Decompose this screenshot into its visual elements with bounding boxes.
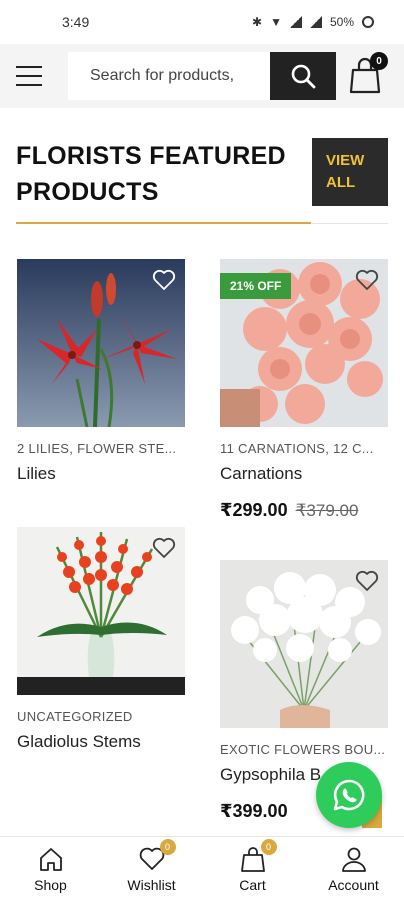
- home-icon: [39, 847, 62, 871]
- search-icon: [291, 64, 316, 89]
- wishlist-heart-icon[interactable]: [151, 267, 177, 293]
- product-category[interactable]: EXOTIC FLOWERS BOU...: [220, 742, 388, 757]
- product-name[interactable]: Gladiolus Stems: [17, 732, 185, 752]
- search-bar: [68, 52, 336, 100]
- product-image[interactable]: [17, 259, 185, 427]
- featured-section-header: FLORISTS FEATURED PRODUCTS VIEW ALL: [0, 138, 404, 238]
- wishlist-heart-icon[interactable]: [354, 267, 380, 293]
- header-cart-button[interactable]: 0: [348, 52, 388, 96]
- nav-cart[interactable]: 0 Cart: [202, 837, 303, 900]
- nav-wishlist[interactable]: 0 Wishlist: [101, 837, 202, 900]
- cart-count-badge: 0: [370, 52, 388, 70]
- title-underline: [16, 222, 311, 224]
- product-image[interactable]: [220, 560, 388, 728]
- search-input[interactable]: [68, 52, 270, 100]
- wishlist-count-badge: 0: [159, 838, 176, 855]
- product-card-gladiolus[interactable]: UNCATEGORIZED Gladiolus Stems: [17, 527, 185, 752]
- nav-account[interactable]: Account: [303, 837, 404, 900]
- view-all-button[interactable]: VIEW ALL: [312, 138, 388, 206]
- bluetooth-icon: ✱: [252, 15, 263, 29]
- search-button[interactable]: [270, 52, 336, 100]
- battery-icon: [362, 16, 374, 28]
- title-divider: [311, 223, 388, 224]
- product-image[interactable]: 21% OFF: [220, 259, 388, 427]
- menu-icon[interactable]: [16, 66, 42, 86]
- wishlist-heart-icon[interactable]: [151, 535, 177, 561]
- app-header: 0: [0, 44, 404, 108]
- product-price: ₹299.00: [220, 500, 288, 520]
- battery-text: 50%: [329, 15, 354, 29]
- product-category[interactable]: UNCATEGORIZED: [17, 709, 185, 724]
- whatsapp-chat-button[interactable]: [316, 762, 382, 828]
- wishlist-icon-wrap: 0: [138, 838, 176, 873]
- cart-icon-wrap: 0: [239, 838, 277, 873]
- product-card-carnations[interactable]: 21% OFF 11 CARNATIONS, 12 C... Carnation…: [220, 259, 388, 521]
- discount-badge: 21% OFF: [220, 273, 292, 299]
- section-title: FLORISTS FEATURED PRODUCTS: [16, 142, 286, 206]
- product-price: ₹399.00: [220, 801, 288, 821]
- price-row: ₹299.00 ₹379.00: [220, 500, 388, 521]
- status-time: 3:49: [62, 14, 90, 30]
- product-image[interactable]: [17, 527, 185, 695]
- product-category[interactable]: 11 CARNATIONS, 12 C...: [220, 441, 388, 456]
- wishlist-heart-icon[interactable]: [354, 568, 380, 594]
- product-category[interactable]: 2 LILIES, FLOWER STE...: [17, 441, 185, 456]
- nav-label: Wishlist: [127, 876, 176, 893]
- signal-icon: [289, 16, 302, 28]
- cart-count-badge: 0: [260, 838, 277, 855]
- nav-label: Account: [328, 876, 379, 893]
- whatsapp-icon: [333, 779, 365, 811]
- signal-icon-2: [309, 16, 322, 28]
- bottom-navigation: Shop 0 Wishlist 0 Cart Account: [0, 836, 404, 900]
- status-bar: 3:49 ✱ ▼ 50%: [0, 0, 404, 44]
- product-name[interactable]: Lilies: [17, 464, 185, 484]
- nav-label: Cart: [239, 876, 266, 893]
- product-old-price: ₹379.00: [295, 501, 359, 520]
- product-name[interactable]: Carnations: [220, 464, 388, 484]
- wifi-icon: ▼: [270, 15, 282, 29]
- product-card-lilies[interactable]: 2 LILIES, FLOWER STE... Lilies: [17, 259, 185, 484]
- nav-label: Shop: [34, 876, 67, 893]
- status-icons: ✱ ▼ 50%: [252, 15, 374, 29]
- user-icon: [341, 847, 366, 872]
- nav-shop[interactable]: Shop: [0, 837, 101, 900]
